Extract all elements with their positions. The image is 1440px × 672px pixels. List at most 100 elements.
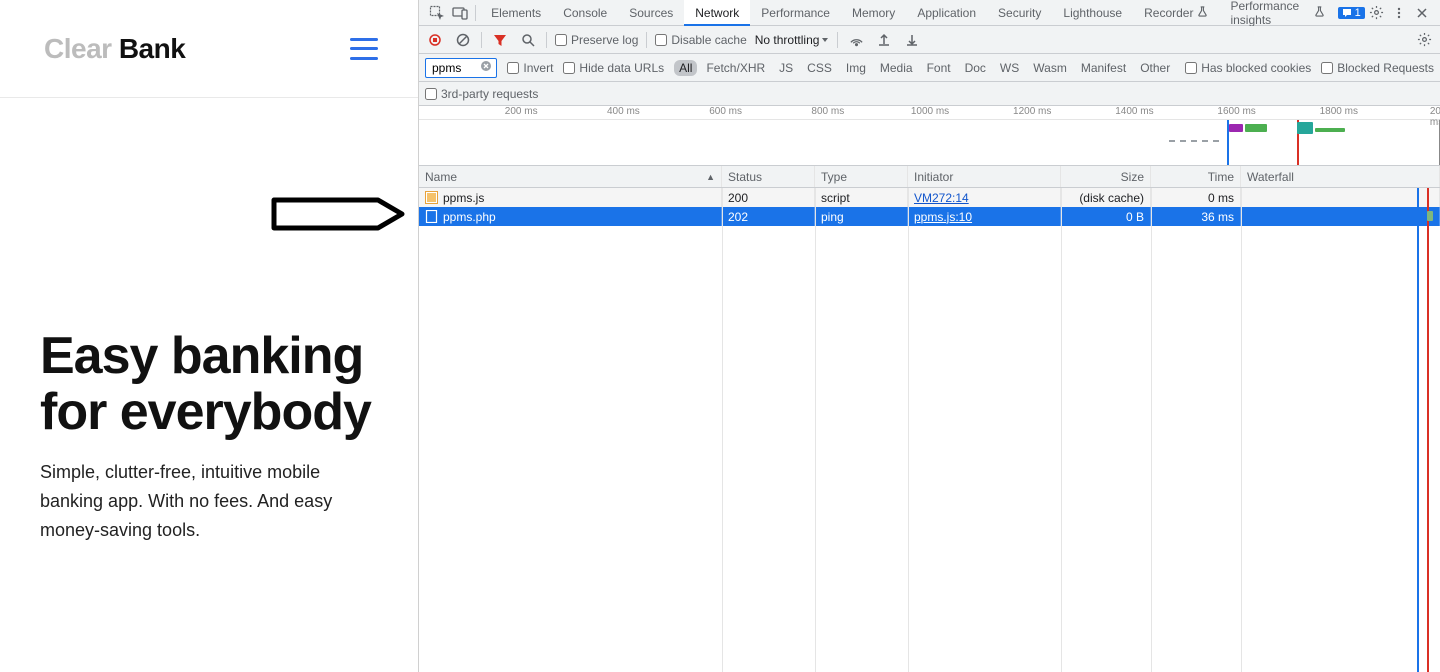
has-blocked-cookies-checkbox[interactable]: Has blocked cookies (1185, 61, 1311, 75)
request-name: ppms.php (443, 210, 496, 224)
import-har-icon[interactable] (902, 30, 922, 50)
table-row[interactable]: ppms.js 200script VM272:14 (disk cache)0 ms (419, 188, 1440, 207)
hero-section: Easy banking for everybody Simple, clutt… (0, 328, 418, 545)
timeline-tick: 200 ms (505, 106, 538, 117)
network-settings-icon[interactable] (1414, 30, 1434, 50)
timeline-tick: 1000 ms (911, 106, 949, 117)
col-header-initiator[interactable]: Initiator (908, 166, 1061, 187)
disable-cache-checkbox[interactable]: Disable cache (655, 33, 746, 47)
hide-data-urls-checkbox[interactable]: Hide data URLs (563, 61, 664, 75)
hamburger-menu-button[interactable] (350, 38, 378, 60)
preserve-log-checkbox[interactable]: Preserve log (555, 33, 638, 47)
request-time: 36 ms (1151, 207, 1241, 226)
request-type: script (815, 188, 908, 207)
grid-header: Name▲ Status Type Initiator Size Time Wa… (419, 166, 1440, 188)
request-name: ppms.js (443, 191, 484, 205)
request-status: 202 (722, 207, 815, 226)
site-logo: Clear Bank (44, 33, 185, 65)
request-status: 200 (722, 188, 815, 207)
devtools-tab-performance[interactable]: Performance (750, 0, 841, 26)
third-party-checkbox[interactable]: 3rd-party requests (425, 87, 538, 101)
logo-word-bank: Bank (112, 33, 186, 64)
filter-type-css[interactable]: CSS (802, 60, 837, 76)
devtools-tab-console[interactable]: Console (552, 0, 618, 26)
col-header-type[interactable]: Type (815, 166, 908, 187)
inspect-element-icon[interactable] (425, 1, 448, 25)
timeline-tick: 1200 ms (1013, 106, 1051, 117)
filter-type-doc[interactable]: Doc (960, 60, 991, 76)
devtools-panel: ElementsConsoleSourcesNetworkPerformance… (418, 0, 1440, 672)
request-initiator-link[interactable]: VM272:14 (914, 191, 969, 205)
issues-badge[interactable]: 1 (1338, 7, 1365, 19)
col-header-name[interactable]: Name▲ (419, 166, 722, 187)
invert-checkbox[interactable]: Invert (507, 61, 553, 75)
file-type-icon (425, 210, 438, 223)
filter-type-media[interactable]: Media (875, 60, 918, 76)
devtools-tab-recorder[interactable]: Recorder (1133, 0, 1219, 26)
devtools-tab-lighthouse[interactable]: Lighthouse (1052, 0, 1133, 26)
devtools-tab-sources[interactable]: Sources (618, 0, 684, 26)
filter-type-all[interactable]: All (674, 60, 697, 76)
timeline-tick: 1600 ms (1217, 106, 1255, 117)
filter-type-img[interactable]: Img (841, 60, 871, 76)
table-row[interactable]: ppms.php 202ping ppms.js:10 0 B36 ms (419, 207, 1440, 226)
devtools-tab-network[interactable]: Network (684, 0, 750, 26)
request-waterfall (1241, 207, 1440, 226)
col-header-waterfall[interactable]: Waterfall (1241, 166, 1440, 187)
devtools-tab-security[interactable]: Security (987, 0, 1052, 26)
col-header-size[interactable]: Size (1061, 166, 1151, 187)
website-panel: Clear Bank Easy banking for everybody Si… (0, 0, 418, 672)
network-request-grid: Name▲ Status Type Initiator Size Time Wa… (419, 166, 1440, 672)
network-conditions-icon[interactable] (846, 30, 866, 50)
filter-type-wasm[interactable]: Wasm (1028, 60, 1072, 76)
filter-toggle-icon[interactable] (490, 30, 510, 50)
devtools-tab-elements[interactable]: Elements (480, 0, 552, 26)
close-devtools-icon[interactable] (1411, 1, 1434, 25)
request-initiator-link[interactable]: ppms.js:10 (914, 210, 972, 224)
export-har-icon[interactable] (874, 30, 894, 50)
chevron-down-icon (821, 36, 829, 44)
devtools-tab-application[interactable]: Application (906, 0, 987, 26)
filter-type-font[interactable]: Font (922, 60, 956, 76)
search-icon[interactable] (518, 30, 538, 50)
kebab-menu-icon[interactable] (1388, 1, 1411, 25)
hero-subtitle: Simple, clutter-free, intuitive mobile b… (40, 458, 360, 544)
filter-type-other[interactable]: Other (1135, 60, 1175, 76)
site-header: Clear Bank (0, 0, 418, 98)
network-filter-row: Invert Hide data URLs AllFetch/XHRJSCSSI… (419, 54, 1440, 82)
request-time: 0 ms (1151, 188, 1241, 207)
network-toolbar: Preserve log Disable cache No throttling (419, 26, 1440, 54)
request-size: 0 B (1061, 207, 1151, 226)
timeline-tick: 400 ms (607, 106, 640, 117)
record-button[interactable] (425, 30, 445, 50)
filter-type-manifest[interactable]: Manifest (1076, 60, 1131, 76)
timeline-tick: 800 ms (811, 106, 844, 117)
filter-type-ws[interactable]: WS (995, 60, 1024, 76)
timeline-tick: 600 ms (709, 106, 742, 117)
logo-word-clear: Clear (44, 33, 112, 64)
clear-filter-icon[interactable] (480, 60, 494, 74)
devtools-tab-strip: ElementsConsoleSourcesNetworkPerformance… (419, 0, 1440, 26)
network-timeline-overview[interactable]: 200 ms 400 ms 600 ms 800 ms 1000 ms 1200 ms 14… (419, 106, 1440, 166)
filter-type-fetchxhr[interactable]: Fetch/XHR (701, 60, 770, 76)
file-type-icon (425, 191, 438, 204)
request-waterfall (1241, 188, 1440, 207)
hero-title: Easy banking for everybody (40, 328, 378, 440)
filter-type-js[interactable]: JS (774, 60, 798, 76)
device-toolbar-icon[interactable] (448, 1, 471, 25)
devtools-tab-performance-insights[interactable]: Performance insights (1219, 0, 1335, 26)
network-filter-row-2: 3rd-party requests (419, 82, 1440, 106)
throttling-select[interactable]: No throttling (755, 33, 830, 47)
annotation-arrow (268, 192, 408, 239)
timeline-tick: 1400 ms (1115, 106, 1153, 117)
timeline-tick: 1800 ms (1320, 106, 1358, 117)
settings-gear-icon[interactable] (1365, 1, 1388, 25)
devtools-tab-memory[interactable]: Memory (841, 0, 906, 26)
col-header-time[interactable]: Time (1151, 166, 1241, 187)
request-type: ping (815, 207, 908, 226)
clear-button[interactable] (453, 30, 473, 50)
blocked-requests-checkbox[interactable]: Blocked Requests (1321, 61, 1434, 75)
col-header-status[interactable]: Status (722, 166, 815, 187)
filter-input-wrapper (425, 58, 497, 78)
request-size: (disk cache) (1061, 188, 1151, 207)
